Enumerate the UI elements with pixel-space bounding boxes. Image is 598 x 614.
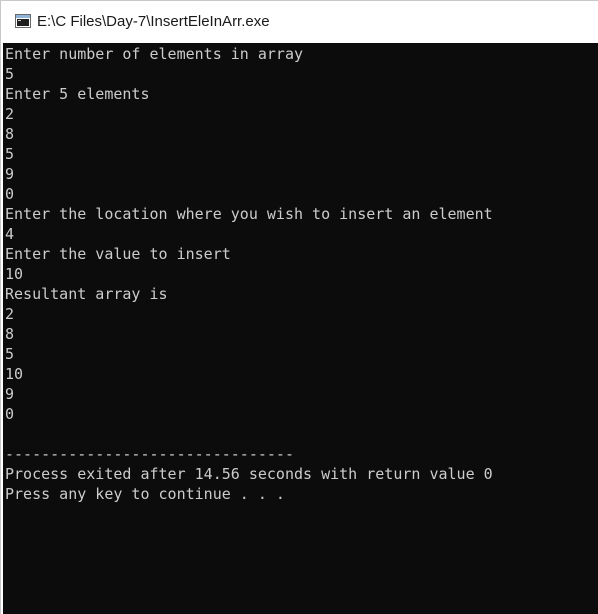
window-title: E:\C Files\Day-7\InsertEleInArr.exe	[37, 12, 270, 30]
console-line: 8	[5, 125, 15, 143]
console-line: 2	[5, 105, 15, 123]
console-line: 4	[5, 225, 15, 243]
console-line: 5	[5, 145, 15, 163]
console-line: 8	[5, 325, 15, 343]
console-window-icon	[15, 14, 31, 28]
title-bar[interactable]: E:\C Files\Day-7\InsertEleInArr.exe	[1, 1, 598, 41]
console-line: Resultant array is	[5, 285, 168, 303]
console-output-area[interactable]: Enter number of elements in array 5 Enter …	[3, 43, 598, 614]
console-line: Process exited after 14.56 seconds with …	[5, 465, 493, 483]
console-window: E:\C Files\Day-7\InsertEleInArr.exe Ente…	[0, 0, 598, 614]
console-line: --------------------------------	[5, 445, 294, 463]
console-line: Press any key to continue . . .	[5, 485, 285, 503]
console-line: 9	[5, 165, 15, 183]
console-line: Enter number of elements in array	[5, 45, 304, 63]
console-line: 5	[5, 345, 15, 363]
console-line: 0	[5, 405, 15, 423]
console-line: 5	[5, 65, 15, 83]
console-line: 0	[5, 185, 15, 203]
console-line: Enter the value to insert	[5, 245, 231, 263]
console-line: 10	[5, 265, 24, 283]
console-line: Enter the location where you wish to ins…	[5, 205, 493, 223]
console-line: 9	[5, 385, 15, 403]
console-line: 2	[5, 305, 15, 323]
console-line: Enter 5 elements	[5, 85, 150, 103]
console-line: 10	[5, 365, 24, 383]
console-output: Enter number of elements in array 5 Enter …	[5, 44, 493, 504]
